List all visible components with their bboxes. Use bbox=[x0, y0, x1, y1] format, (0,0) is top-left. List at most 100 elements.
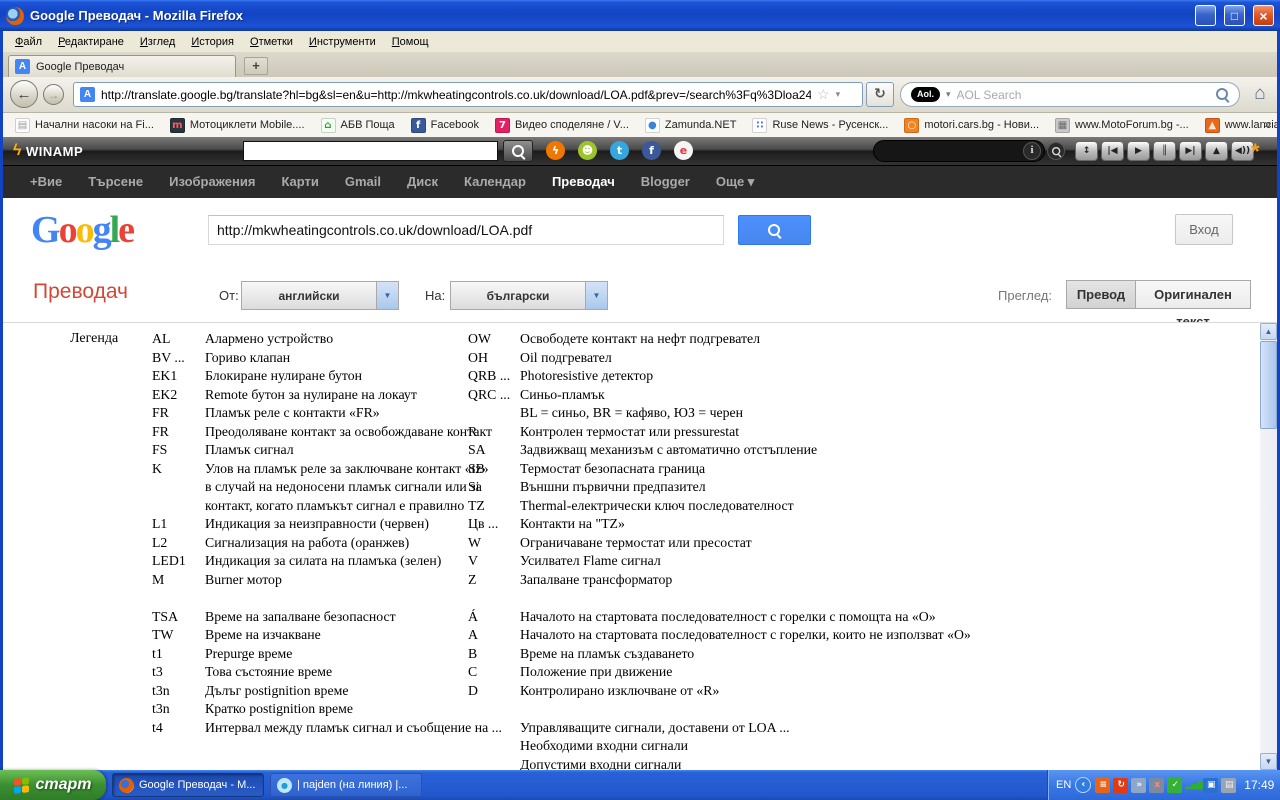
google-search-button[interactable] bbox=[738, 215, 811, 245]
forward-button[interactable]: → bbox=[43, 84, 64, 105]
definition-left: Кратко postignition време bbox=[205, 701, 353, 717]
start-button[interactable]: старт bbox=[0, 770, 106, 800]
google-nav-item[interactable]: Още ▾ bbox=[703, 166, 767, 198]
close-button[interactable]: × bbox=[1253, 5, 1274, 26]
media-button[interactable]: ▶ bbox=[1127, 141, 1150, 161]
taskbar-task-button[interactable]: Google Преводач - М... bbox=[112, 773, 264, 797]
media-button[interactable]: |◀ bbox=[1101, 141, 1124, 161]
definition-right: Външни първични предпазител bbox=[520, 479, 706, 495]
tab-google-translate[interactable]: Google Преводач bbox=[8, 55, 236, 77]
menu-item[interactable]: Инструменти bbox=[301, 33, 384, 51]
to-language-select[interactable]: български ▼ bbox=[450, 281, 608, 310]
menu-item[interactable]: Редактиране bbox=[50, 33, 132, 51]
scroll-down-button[interactable]: ▼ bbox=[1260, 753, 1277, 770]
scrollbar-thumb[interactable] bbox=[1260, 341, 1277, 429]
bookmarks-overflow-button[interactable]: » bbox=[1264, 117, 1271, 131]
sign-in-button[interactable]: Вход bbox=[1175, 214, 1233, 245]
url-bar[interactable]: http://translate.google.bg/translate?hl=… bbox=[73, 82, 863, 107]
google-nav-item[interactable]: Gmail bbox=[332, 166, 394, 198]
bookmark-item[interactable]: f Facebook bbox=[403, 118, 487, 133]
abbreviation-left: t1 bbox=[152, 646, 163, 662]
google-nav-item[interactable]: Календар bbox=[451, 166, 539, 198]
winamp-shortcut-icon[interactable]: ϟ bbox=[546, 141, 565, 160]
tray-icon[interactable]: ▂▄▆ bbox=[1185, 778, 1200, 793]
winamp-shortcut-icon[interactable]: t bbox=[610, 141, 629, 160]
google-nav-item[interactable]: Изображения bbox=[156, 166, 268, 198]
google-nav-item[interactable]: +Вие bbox=[17, 166, 75, 198]
language-indicator[interactable]: EN bbox=[1056, 779, 1071, 791]
winamp-search-button[interactable] bbox=[503, 140, 533, 162]
chevron-down-icon[interactable]: ▼ bbox=[585, 282, 607, 309]
tray-icon[interactable]: ▤ bbox=[1221, 778, 1236, 793]
minimize-button[interactable]: _ bbox=[1195, 5, 1216, 26]
google-nav-item[interactable]: Преводач bbox=[539, 166, 628, 198]
home-button[interactable]: ⌂ bbox=[1246, 81, 1274, 107]
view-original-button[interactable]: Оригинален текст bbox=[1135, 280, 1251, 309]
google-nav-item[interactable]: Търсене bbox=[75, 166, 156, 198]
chevron-down-icon[interactable]: ▼ bbox=[376, 282, 398, 309]
legend-row: Допустими входни сигнали bbox=[3, 757, 1260, 771]
bookmark-item[interactable]: m Мотоциклети Mobile.... bbox=[162, 118, 313, 133]
tray-icons: ≡↻»x✓▂▄▆▣▤ bbox=[1095, 778, 1236, 793]
tray-icon[interactable]: ↻ bbox=[1113, 778, 1128, 793]
bookmark-star-icon[interactable]: ☆ bbox=[817, 86, 830, 103]
menu-item[interactable]: История bbox=[183, 33, 242, 51]
aol-search-input[interactable] bbox=[957, 88, 1210, 102]
bookmark-favicon-icon: ○ bbox=[904, 118, 919, 133]
search-icon[interactable] bbox=[1216, 88, 1229, 101]
bookmark-item[interactable]: ○ motori.cars.bg - Нови... bbox=[896, 118, 1047, 133]
legend-row: EK2 Remote бутон за нулиране на локаут Q… bbox=[3, 387, 1260, 406]
new-tab-button[interactable]: + bbox=[244, 57, 268, 75]
media-button[interactable]: ║ bbox=[1153, 141, 1176, 161]
clock[interactable]: 17:49 bbox=[1244, 778, 1274, 792]
view-translation-button[interactable]: Превод bbox=[1066, 280, 1136, 309]
url-dropdown-icon[interactable]: ▾ bbox=[836, 89, 841, 100]
tray-icon[interactable]: x bbox=[1149, 778, 1164, 793]
google-nav-item[interactable]: Диск bbox=[394, 166, 451, 198]
winamp-search-input[interactable] bbox=[243, 141, 498, 161]
back-button[interactable]: ← bbox=[10, 80, 38, 108]
winamp-brand-text: WINAMP bbox=[26, 144, 83, 159]
winamp-find-icon[interactable] bbox=[1047, 142, 1065, 160]
bookmark-item[interactable]: ∷ Ruse News - Русенск... bbox=[744, 118, 896, 133]
google-nav-item[interactable]: Карти bbox=[268, 166, 331, 198]
menu-item[interactable]: Изглед bbox=[132, 33, 183, 51]
google-logo-letter: l bbox=[110, 209, 119, 251]
maximize-button[interactable]: □ bbox=[1224, 5, 1245, 26]
tray-icon[interactable]: ▣ bbox=[1203, 778, 1218, 793]
media-button[interactable]: ▲ bbox=[1205, 141, 1228, 161]
bookmark-item[interactable]: ● Zamunda.NET bbox=[637, 118, 745, 133]
vertical-scrollbar[interactable]: ▲ ▼ bbox=[1260, 323, 1277, 770]
winamp-shortcut-icon[interactable]: ☻ bbox=[578, 141, 597, 160]
tray-icon[interactable]: ≡ bbox=[1095, 778, 1110, 793]
bookmark-item[interactable]: ▤ Начални насоки на Fi... bbox=[7, 118, 162, 133]
google-nav-item[interactable]: Blogger bbox=[628, 166, 703, 198]
winamp-shortcut-icon[interactable]: f bbox=[642, 141, 661, 160]
tray-icon[interactable]: » bbox=[1131, 778, 1146, 793]
legend-row: FS Пламък сигнал SA Задвижващ механизъм … bbox=[3, 442, 1260, 461]
translate-url-input[interactable] bbox=[208, 215, 724, 245]
bookmark-item[interactable]: ⌂ АБВ Поща bbox=[313, 118, 403, 133]
info-icon[interactable]: i bbox=[1023, 142, 1041, 160]
from-language-select[interactable]: английски ▼ bbox=[241, 281, 399, 310]
reload-button[interactable]: ↻ bbox=[866, 82, 894, 107]
menu-item[interactable]: Файл bbox=[7, 33, 50, 51]
definition-right: Запалване трансформатор bbox=[520, 572, 672, 588]
media-button[interactable]: ▶| bbox=[1179, 141, 1202, 161]
menu-item[interactable]: Отметки bbox=[242, 33, 301, 51]
aol-engine-caret-icon[interactable]: ▾ bbox=[946, 89, 951, 100]
taskbar-task-button[interactable]: ● | najden (на линия) |... bbox=[270, 773, 422, 797]
bookmark-item[interactable]: 7 Видео споделяне / V... bbox=[487, 118, 637, 133]
media-button[interactable]: ↕ bbox=[1075, 141, 1098, 161]
abbreviation-left: TW bbox=[152, 627, 173, 643]
gear-icon[interactable]: * bbox=[1251, 139, 1260, 165]
tray-icon[interactable]: ✓ bbox=[1167, 778, 1182, 793]
scroll-up-button[interactable]: ▲ bbox=[1260, 323, 1277, 340]
winamp-shortcut-icon[interactable]: e bbox=[674, 141, 693, 160]
tray-collapse-icon[interactable]: ‹ bbox=[1075, 777, 1091, 793]
aol-search-box[interactable]: Aol. ▾ bbox=[900, 82, 1240, 107]
definition-right: Положение при движение bbox=[520, 664, 672, 680]
bookmark-item[interactable]: ▦ www.MotoForum.bg -... bbox=[1047, 118, 1197, 133]
definition-right: Синьо-пламък bbox=[520, 387, 605, 403]
menu-item[interactable]: Помощ bbox=[384, 33, 437, 51]
